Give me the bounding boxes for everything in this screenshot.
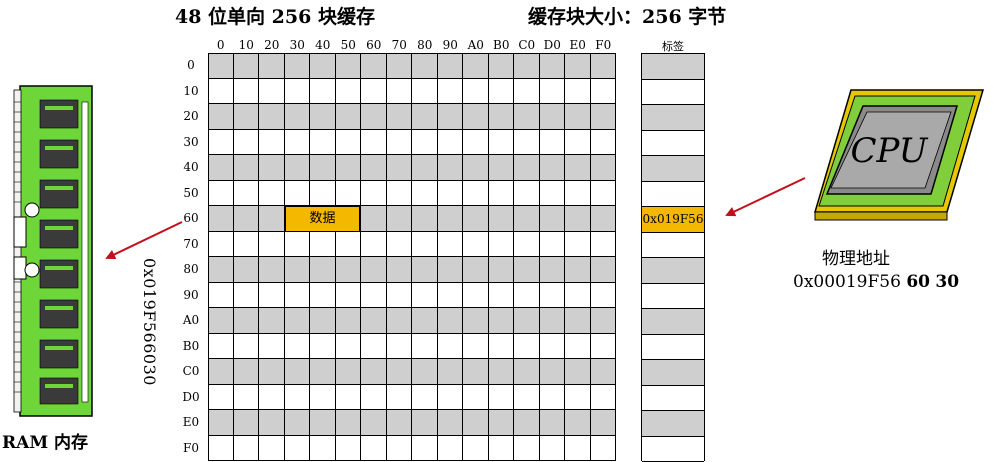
cache-to-ram-arrow xyxy=(107,222,182,258)
cpu-to-tag-arrow xyxy=(727,178,805,215)
arrows xyxy=(0,0,1003,460)
